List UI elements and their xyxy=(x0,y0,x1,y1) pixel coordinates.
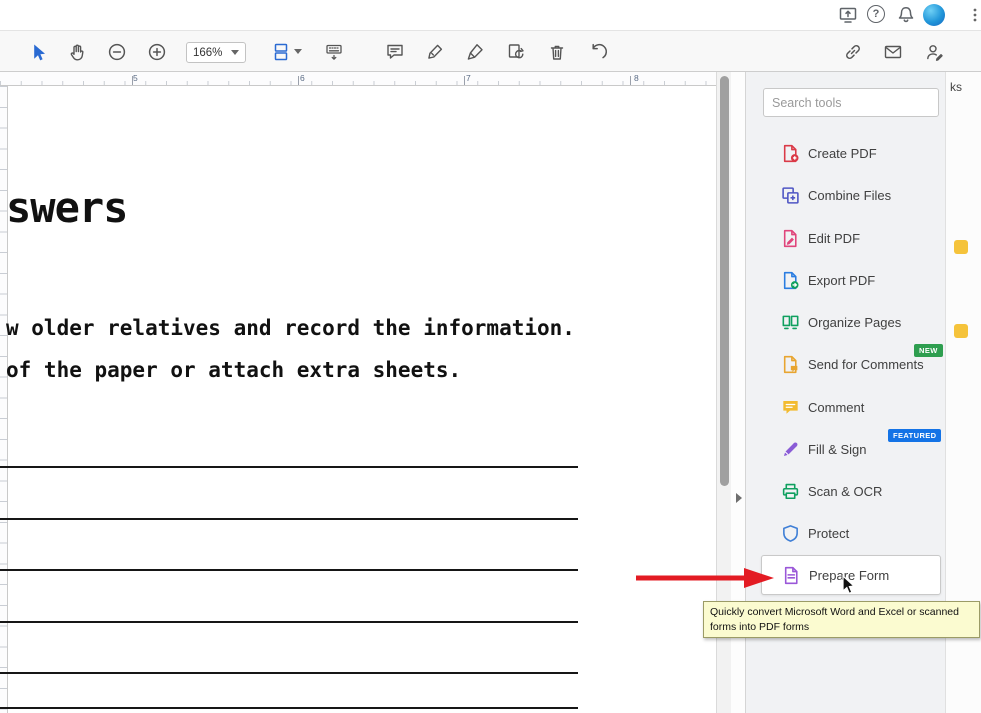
tool-item-label: Comment xyxy=(808,400,864,415)
tool-item-protect[interactable]: Protect xyxy=(761,512,941,554)
tool-item-edit-pdf[interactable]: Edit PDF xyxy=(761,217,941,259)
new-badge: NEW xyxy=(914,344,943,357)
tool-item-label: Create PDF xyxy=(808,146,877,161)
cutoff-text-fragment: ks xyxy=(950,80,962,94)
person-sign-icon[interactable] xyxy=(924,42,944,62)
avatar[interactable] xyxy=(923,4,945,26)
tool-item-organize-pages[interactable]: Organize Pages xyxy=(761,301,941,343)
form-line xyxy=(0,518,578,520)
form-line xyxy=(0,569,578,571)
cutoff-yellow-icon xyxy=(954,240,968,254)
tool-item-scan-ocr[interactable]: Scan & OCR xyxy=(761,470,941,512)
link-icon[interactable] xyxy=(843,42,863,62)
stamp-icon[interactable] xyxy=(506,42,526,62)
comment-icon xyxy=(781,398,800,417)
tool-item-label: Export PDF xyxy=(808,273,875,288)
document-body-line: of the paper or attach extra sheets. xyxy=(6,358,461,382)
keyboard-icon[interactable] xyxy=(324,42,344,62)
sign-pen-icon[interactable] xyxy=(465,42,485,62)
prepare-form-icon xyxy=(782,566,801,585)
organize-pages-icon xyxy=(781,313,800,332)
zoom-level-value: 166% xyxy=(193,47,222,59)
featured-badge: FEATURED xyxy=(888,429,941,442)
trash-icon[interactable] xyxy=(547,42,567,62)
chevron-right-icon xyxy=(736,493,742,503)
tool-item-label: Send for Comments xyxy=(808,357,924,372)
ruler-tick-label: 6 xyxy=(300,73,305,83)
tool-item-label: Organize Pages xyxy=(808,315,901,330)
combine-files-icon xyxy=(781,186,800,205)
form-line xyxy=(0,672,578,674)
tool-item-label: Edit PDF xyxy=(808,231,860,246)
protect-shield-icon xyxy=(781,524,800,543)
help-icon[interactable]: ? xyxy=(867,5,887,25)
export-pdf-icon xyxy=(781,271,800,290)
document-body-line: w older relatives and record the informa… xyxy=(6,316,575,340)
tool-item-prepare-form[interactable]: Prepare Form xyxy=(761,555,941,595)
form-line xyxy=(0,621,578,623)
page-scroll-icon[interactable] xyxy=(271,42,291,62)
edit-pdf-icon xyxy=(781,229,800,248)
tool-item-label: Scan & OCR xyxy=(808,484,882,499)
scrollbar-thumb[interactable] xyxy=(720,76,729,486)
cutoff-yellow-icon xyxy=(954,324,968,338)
document-heading-fragment: swers xyxy=(6,183,127,232)
horizontal-ruler: 5 6 7 8 xyxy=(0,72,716,86)
panel-collapse-handle[interactable] xyxy=(732,486,745,510)
zoom-in-icon[interactable] xyxy=(147,42,167,62)
form-line xyxy=(0,707,578,709)
scan-ocr-icon xyxy=(781,482,800,501)
acrobat-window: ? xyxy=(0,0,981,713)
quick-toolbar: 166% xyxy=(0,30,981,72)
create-pdf-icon xyxy=(781,144,800,163)
screen-share-icon[interactable] xyxy=(838,5,858,25)
undo-icon[interactable] xyxy=(588,42,608,62)
vertical-ruler xyxy=(0,86,8,713)
top-bar: ? xyxy=(0,0,981,30)
send-for-comments-icon xyxy=(781,355,800,374)
ruler-tick-label: 7 xyxy=(466,73,471,83)
comment-bubble-icon[interactable] xyxy=(385,42,405,62)
bell-icon[interactable] xyxy=(896,5,916,25)
tooltip: Quickly convert Microsoft Word and Excel… xyxy=(703,601,980,638)
tool-item-combine-files[interactable]: Combine Files xyxy=(761,174,941,216)
zoom-level-dropdown[interactable]: 166% xyxy=(186,42,246,63)
ruler-tick-label: 5 xyxy=(133,73,138,83)
tool-item-export-pdf[interactable]: Export PDF xyxy=(761,259,941,301)
ruler-tick-label: 8 xyxy=(634,73,639,83)
tool-item-label: Combine Files xyxy=(808,188,891,203)
chevron-down-icon xyxy=(231,50,239,55)
search-input[interactable] xyxy=(763,88,939,117)
select-tool-icon[interactable] xyxy=(28,42,48,62)
zoom-out-icon[interactable] xyxy=(107,42,127,62)
help-glyph: ? xyxy=(867,5,885,23)
hand-tool-icon[interactable] xyxy=(67,42,87,62)
tool-item-label: Fill & Sign xyxy=(808,442,867,457)
chevron-down-icon[interactable] xyxy=(294,49,302,54)
highlighter-icon[interactable] xyxy=(425,42,445,62)
tool-item-label: Protect xyxy=(808,526,849,541)
document-canvas[interactable]: 5 6 7 8 swers w older relatives and reco… xyxy=(0,72,716,713)
tool-item-label: Prepare Form xyxy=(809,568,889,583)
mail-icon[interactable] xyxy=(883,42,903,62)
menu-icon[interactable] xyxy=(971,8,981,22)
fill-sign-icon xyxy=(781,440,800,459)
form-line xyxy=(0,466,578,468)
tool-item-comment[interactable]: Comment xyxy=(761,386,941,428)
tool-item-create-pdf[interactable]: Create PDF xyxy=(761,132,941,174)
